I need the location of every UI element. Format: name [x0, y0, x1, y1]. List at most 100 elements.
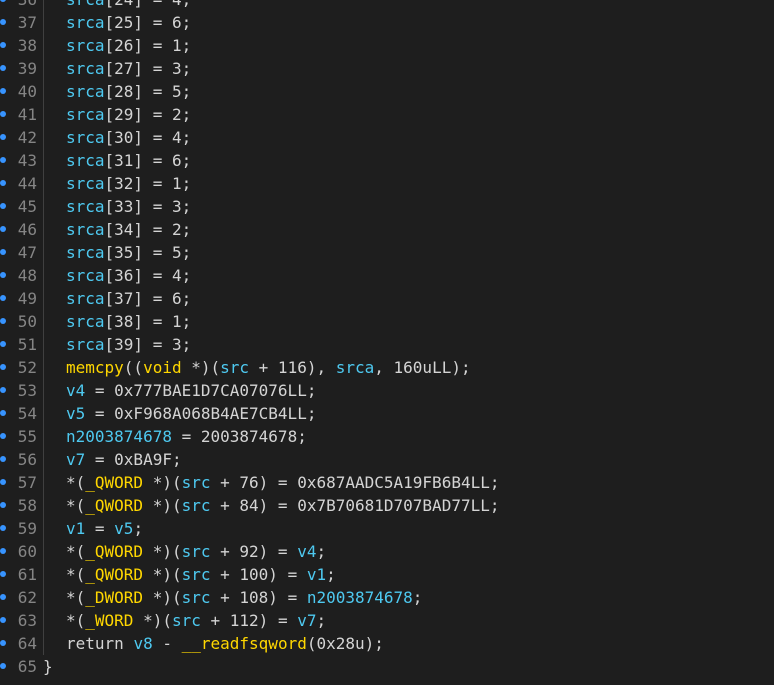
code-line[interactable]: 65}: [0, 655, 774, 678]
code-line[interactable]: 37 srca[25] = 6;: [0, 11, 774, 34]
code-text[interactable]: *(_QWORD *)(src + 92) = v4;: [66, 540, 326, 563]
code-line[interactable]: 50 srca[38] = 1;: [0, 310, 774, 333]
code-text[interactable]: *(_QWORD *)(src + 100) = v1;: [66, 563, 336, 586]
line-marker-dot-icon[interactable]: [0, 617, 6, 623]
line-marker-dot-icon[interactable]: [0, 640, 6, 646]
line-marker-dot-icon[interactable]: [0, 387, 6, 393]
code-text[interactable]: v4 = 0x777BAE1D7CA07076LL;: [66, 379, 316, 402]
code-text[interactable]: *(_QWORD *)(src + 76) = 0x687AADC5A19FB6…: [66, 471, 499, 494]
code-text[interactable]: return v8 - __readfsqword(0x28u);: [66, 632, 384, 655]
code-text[interactable]: *(_WORD *)(src + 112) = v7;: [66, 609, 326, 632]
line-marker-dot-icon[interactable]: [0, 502, 6, 508]
code-line[interactable]: 39 srca[27] = 3;: [0, 57, 774, 80]
code-line[interactable]: 57 *(_QWORD *)(src + 76) = 0x687AADC5A19F…: [0, 471, 774, 494]
code-token: [35] = 5;: [104, 243, 192, 262]
code-line[interactable]: 49 srca[37] = 6;: [0, 287, 774, 310]
line-marker-dot-icon[interactable]: [0, 65, 6, 71]
code-text[interactable]: n2003874678 = 2003874678;: [66, 425, 307, 448]
code-text[interactable]: srca[27] = 3;: [66, 57, 191, 80]
line-marker-dot-icon[interactable]: [0, 88, 6, 94]
code-line[interactable]: 55 n2003874678 = 2003874678;: [0, 425, 774, 448]
code-line[interactable]: 45 srca[33] = 3;: [0, 195, 774, 218]
line-marker-dot-icon[interactable]: [0, 548, 6, 554]
code-text[interactable]: srca[35] = 5;: [66, 241, 191, 264]
code-line[interactable]: 43 srca[31] = 6;: [0, 149, 774, 172]
code-view[interactable]: 36srca[24] = 4;37srca[25] = 6;38srca[26]…: [0, 0, 774, 678]
line-marker-dot-icon[interactable]: [0, 134, 6, 140]
line-marker-dot-icon[interactable]: [0, 42, 6, 48]
line-number: 53: [17, 381, 37, 400]
code-line[interactable]: 48 srca[36] = 4;: [0, 264, 774, 287]
code-line[interactable]: 63 *(_WORD *)(src + 112) = v7;: [0, 609, 774, 632]
indent-guide: [43, 333, 44, 356]
code-line[interactable]: 61 *(_QWORD *)(src + 100) = v1;: [0, 563, 774, 586]
code-text[interactable]: v5 = 0xF968A068B4AE7CB4LL;: [66, 402, 316, 425]
code-text[interactable]: srca[26] = 1;: [66, 34, 191, 57]
code-line[interactable]: 62 *(_DWORD *)(src + 108) = n2003874678;: [0, 586, 774, 609]
code-token: srca: [66, 174, 105, 193]
code-text[interactable]: srca[32] = 1;: [66, 172, 191, 195]
line-marker-dot-icon[interactable]: [0, 0, 6, 2]
code-text[interactable]: srca[36] = 4;: [66, 264, 191, 287]
line-marker-dot-icon[interactable]: [0, 272, 6, 278]
code-line[interactable]: 53 v4 = 0x777BAE1D7CA07076LL;: [0, 379, 774, 402]
line-marker-dot-icon[interactable]: [0, 571, 6, 577]
code-line[interactable]: 46 srca[34] = 2;: [0, 218, 774, 241]
line-marker-dot-icon[interactable]: [0, 594, 6, 600]
code-line[interactable]: 40 srca[28] = 5;: [0, 80, 774, 103]
line-marker-dot-icon[interactable]: [0, 341, 6, 347]
indent-guide: [43, 172, 44, 195]
code-text[interactable]: srca[34] = 2;: [66, 218, 191, 241]
line-marker-dot-icon[interactable]: [0, 364, 6, 370]
code-text[interactable]: *(_QWORD *)(src + 84) = 0x7B70681D707BAD…: [66, 494, 499, 517]
line-marker-dot-icon[interactable]: [0, 525, 6, 531]
indent-guide: [43, 517, 44, 540]
code-text[interactable]: }: [43, 655, 53, 678]
code-text[interactable]: v7 = 0xBA9F;: [66, 448, 182, 471]
code-line[interactable]: 52 memcpy((void *)(src + 116), srca, 160u…: [0, 356, 774, 379]
line-marker-dot-icon[interactable]: [0, 157, 6, 163]
code-token: + 116),: [249, 358, 336, 377]
line-marker-dot-icon[interactable]: [0, 318, 6, 324]
code-line[interactable]: 56 v7 = 0xBA9F;: [0, 448, 774, 471]
code-text[interactable]: srca[33] = 3;: [66, 195, 191, 218]
code-text[interactable]: srca[37] = 6;: [66, 287, 191, 310]
code-line[interactable]: 36 srca[24] = 4;: [0, 0, 774, 11]
line-marker-dot-icon[interactable]: [0, 203, 6, 209]
line-marker-dot-icon[interactable]: [0, 410, 6, 416]
code-text[interactable]: srca[39] = 3;: [66, 333, 191, 356]
code-text[interactable]: srca[28] = 5;: [66, 80, 191, 103]
code-line[interactable]: 38 srca[26] = 1;: [0, 34, 774, 57]
line-marker-dot-icon[interactable]: [0, 456, 6, 462]
line-marker-dot-icon[interactable]: [0, 180, 6, 186]
code-line[interactable]: 58 *(_QWORD *)(src + 84) = 0x7B70681D707B…: [0, 494, 774, 517]
code-line[interactable]: 60 *(_QWORD *)(src + 92) = v4;: [0, 540, 774, 563]
code-line[interactable]: 51 srca[39] = 3;: [0, 333, 774, 356]
code-text[interactable]: srca[38] = 1;: [66, 310, 191, 333]
code-line[interactable]: 42 srca[30] = 4;: [0, 126, 774, 149]
line-marker-dot-icon[interactable]: [0, 249, 6, 255]
code-token: , 160uLL);: [374, 358, 471, 377]
line-marker-dot-icon[interactable]: [0, 663, 6, 669]
code-line[interactable]: 64 return v8 - __readfsqword(0x28u);: [0, 632, 774, 655]
code-text[interactable]: *(_DWORD *)(src + 108) = n2003874678;: [66, 586, 422, 609]
code-line[interactable]: 54 v5 = 0xF968A068B4AE7CB4LL;: [0, 402, 774, 425]
code-text[interactable]: v1 = v5;: [66, 517, 143, 540]
code-text[interactable]: srca[31] = 6;: [66, 149, 191, 172]
code-line[interactable]: 41 srca[29] = 2;: [0, 103, 774, 126]
line-marker-dot-icon[interactable]: [0, 226, 6, 232]
code-line[interactable]: 47 srca[35] = 5;: [0, 241, 774, 264]
line-marker-dot-icon[interactable]: [0, 433, 6, 439]
code-text[interactable]: srca[24] = 4;: [66, 0, 191, 11]
line-marker-dot-icon[interactable]: [0, 295, 6, 301]
code-text[interactable]: memcpy((void *)(src + 116), srca, 160uLL…: [66, 356, 471, 379]
code-text[interactable]: srca[30] = 4;: [66, 126, 191, 149]
line-marker-dot-icon[interactable]: [0, 111, 6, 117]
line-marker-dot-icon[interactable]: [0, 479, 6, 485]
code-line[interactable]: 59 v1 = v5;: [0, 517, 774, 540]
code-text[interactable]: srca[25] = 6;: [66, 11, 191, 34]
code-text[interactable]: srca[29] = 2;: [66, 103, 191, 126]
line-number: 56: [17, 450, 37, 469]
code-line[interactable]: 44 srca[32] = 1;: [0, 172, 774, 195]
line-marker-dot-icon[interactable]: [0, 19, 6, 25]
